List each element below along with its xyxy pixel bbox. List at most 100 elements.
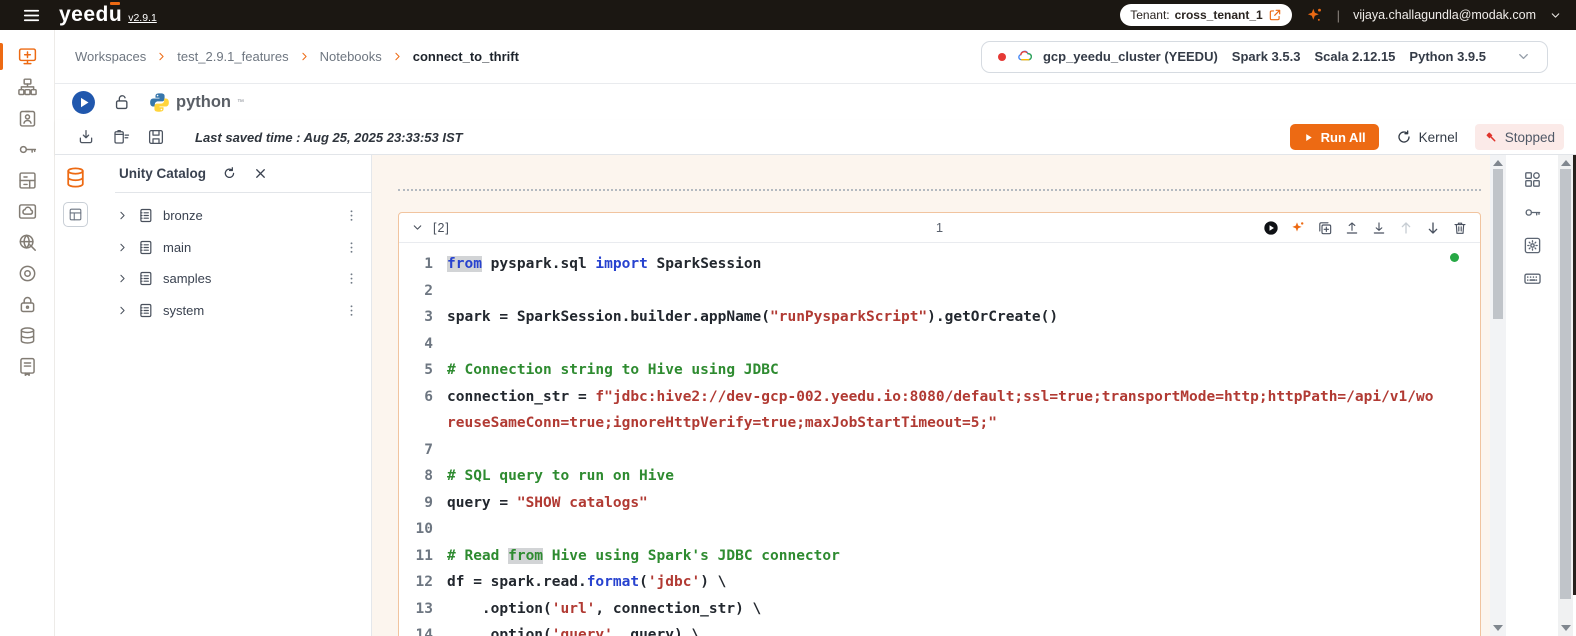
export-icon[interactable] — [77, 128, 95, 146]
delete-cell-icon[interactable] — [1452, 220, 1468, 236]
move-down-icon[interactable] — [1425, 220, 1441, 236]
scroll-down-arrow[interactable] — [1493, 625, 1503, 631]
line-number: 2 — [424, 282, 433, 299]
audit-icon[interactable] — [0, 263, 55, 284]
secrets-icon[interactable] — [0, 139, 55, 160]
chevron-right-icon — [392, 51, 403, 62]
code-line: 12 df = spark.read.format('jdbc') \ — [399, 569, 1479, 596]
save-icon[interactable] — [147, 128, 165, 146]
yeedu-logo[interactable]: yeedu v2.9.1 — [59, 3, 157, 27]
security-icon[interactable] — [0, 294, 55, 315]
scroll-up-arrow[interactable] — [1493, 160, 1503, 166]
catalog-item-samples[interactable]: samples — [95, 263, 371, 295]
code-line: 1 from pyspark.sql import SparkSession — [399, 251, 1479, 278]
workspace-icon[interactable] — [0, 43, 55, 70]
code-line: reuseSameConn=true;ignoreHttpVerify=true… — [399, 410, 1479, 437]
breadcrumb-row: Workspaces test_2.9.1_features Notebooks… — [55, 30, 1576, 84]
external-link-icon[interactable] — [1268, 8, 1282, 22]
kebab-menu-icon[interactable] — [344, 303, 359, 318]
chevron-down-icon[interactable] — [1549, 9, 1562, 22]
catalog-icon — [137, 239, 154, 256]
notebook-toolbar: python ™ — [55, 84, 1576, 120]
scroll-up-arrow[interactable] — [1560, 160, 1571, 166]
chevron-right-icon[interactable] — [117, 305, 128, 316]
kernel-restart-button[interactable]: Kernel — [1396, 129, 1458, 145]
clear-outputs-icon[interactable] — [112, 128, 130, 146]
editor-scrollbar[interactable] — [1490, 155, 1506, 636]
settings-icon[interactable] — [1523, 236, 1542, 255]
user-email[interactable]: vijaya.challagundla@modak.com — [1353, 8, 1536, 22]
cluster-python-version: Python 3.9.5 — [1409, 49, 1486, 64]
cluster-name: gcp_yeedu_cluster (YEEDU) — [1042, 49, 1218, 64]
upload-icon[interactable] — [1344, 220, 1360, 236]
move-up-icon[interactable] — [1398, 220, 1414, 236]
line-number — [399, 410, 433, 437]
catalog-item-system[interactable]: system — [95, 295, 371, 327]
volumes-icon[interactable] — [0, 170, 55, 191]
notebook-editor: [2] 1 1 from pyspark.sql import SparkSess… — [372, 155, 1490, 636]
code-editor[interactable]: 1 from pyspark.sql import SparkSession 2 3 s… — [399, 243, 1479, 636]
ai-sparkle-icon[interactable] — [1305, 6, 1324, 25]
unlock-icon[interactable] — [113, 93, 132, 112]
run-notebook-button[interactable] — [71, 90, 96, 115]
chevron-right-icon — [156, 51, 167, 62]
kebab-menu-icon[interactable] — [344, 271, 359, 286]
keyboard-icon[interactable] — [1523, 269, 1542, 288]
catalog-item-main[interactable]: main — [95, 232, 371, 264]
version-link[interactable]: v2.9.1 — [128, 12, 157, 24]
chevron-right-icon[interactable] — [117, 242, 128, 253]
line-number: 13 — [415, 600, 433, 617]
notebooks-icon[interactable] — [0, 356, 55, 377]
refresh-icon[interactable] — [222, 166, 237, 181]
chevron-right-icon[interactable] — [117, 210, 128, 221]
scroll-down-arrow[interactable] — [1560, 625, 1571, 631]
gcp-cloud-icon — [1016, 48, 1034, 66]
hamburger-menu-icon[interactable] — [22, 6, 41, 25]
chevron-down-icon[interactable] — [1516, 49, 1531, 64]
credentials-icon[interactable] — [0, 108, 55, 129]
catalog-title: Unity Catalog — [119, 166, 207, 181]
line-number: 8 — [424, 468, 433, 484]
breadcrumb-item[interactable]: Notebooks — [320, 49, 382, 64]
cluster-selector[interactable]: gcp_yeedu_cluster (YEEDU) Spark 3.5.3 Sc… — [980, 40, 1548, 73]
run-all-button[interactable]: Run All — [1289, 124, 1379, 150]
network-icon[interactable] — [0, 232, 55, 253]
scrollbar-thumb[interactable] — [1560, 169, 1571, 599]
logo-text: yeedu — [59, 3, 123, 26]
widgets-icon[interactable] — [1523, 170, 1542, 189]
breadcrumb-item[interactable]: Workspaces — [75, 49, 146, 64]
page-scrollbar[interactable] — [1558, 155, 1573, 636]
cloud-storage-icon[interactable] — [0, 201, 55, 222]
breadcrumb-item[interactable]: test_2.9.1_features — [177, 49, 288, 64]
catalog-item-bronze[interactable]: bronze — [95, 200, 371, 232]
line-number: 4 — [424, 335, 433, 352]
access-key-icon[interactable] — [1523, 203, 1542, 222]
kebab-menu-icon[interactable] — [344, 240, 359, 255]
clusters-icon[interactable] — [0, 77, 55, 98]
scrollbar-thumb[interactable] — [1493, 169, 1503, 319]
metastore-icon[interactable] — [0, 325, 55, 346]
chevron-right-icon[interactable] — [117, 273, 128, 284]
table-browser-icon[interactable] — [62, 202, 88, 227]
duplicate-cell-icon[interactable] — [1317, 220, 1333, 236]
collapse-cell-icon[interactable] — [411, 221, 424, 234]
cell-toolbar — [1263, 220, 1468, 236]
save-bar-right: Run All Kernel Stopped — [1289, 124, 1564, 150]
catalog-icon — [137, 270, 154, 287]
run-cell-icon[interactable] — [1263, 220, 1279, 236]
last-saved-text: Last saved time : Aug 25, 2025 23:33:53 … — [195, 129, 463, 145]
download-icon[interactable] — [1371, 220, 1387, 236]
code-line: 2 — [399, 278, 1479, 305]
tenant-pill[interactable]: Tenant: cross_tenant_1 — [1120, 4, 1292, 26]
play-icon — [1303, 132, 1314, 143]
add-cell-divider[interactable] — [398, 189, 1481, 191]
ai-assist-icon[interactable] — [1290, 220, 1306, 236]
unity-catalog-icon[interactable] — [63, 165, 88, 190]
line-number: 14 — [415, 627, 433, 636]
kebab-menu-icon[interactable] — [344, 208, 359, 223]
language-label: python — [176, 92, 231, 111]
code-line: 8 # SQL query to run on Hive — [399, 463, 1479, 490]
close-icon[interactable] — [253, 166, 268, 181]
cluster-spark-version: Spark 3.5.3 — [1231, 49, 1301, 64]
cluster-status-dot — [997, 52, 1006, 61]
